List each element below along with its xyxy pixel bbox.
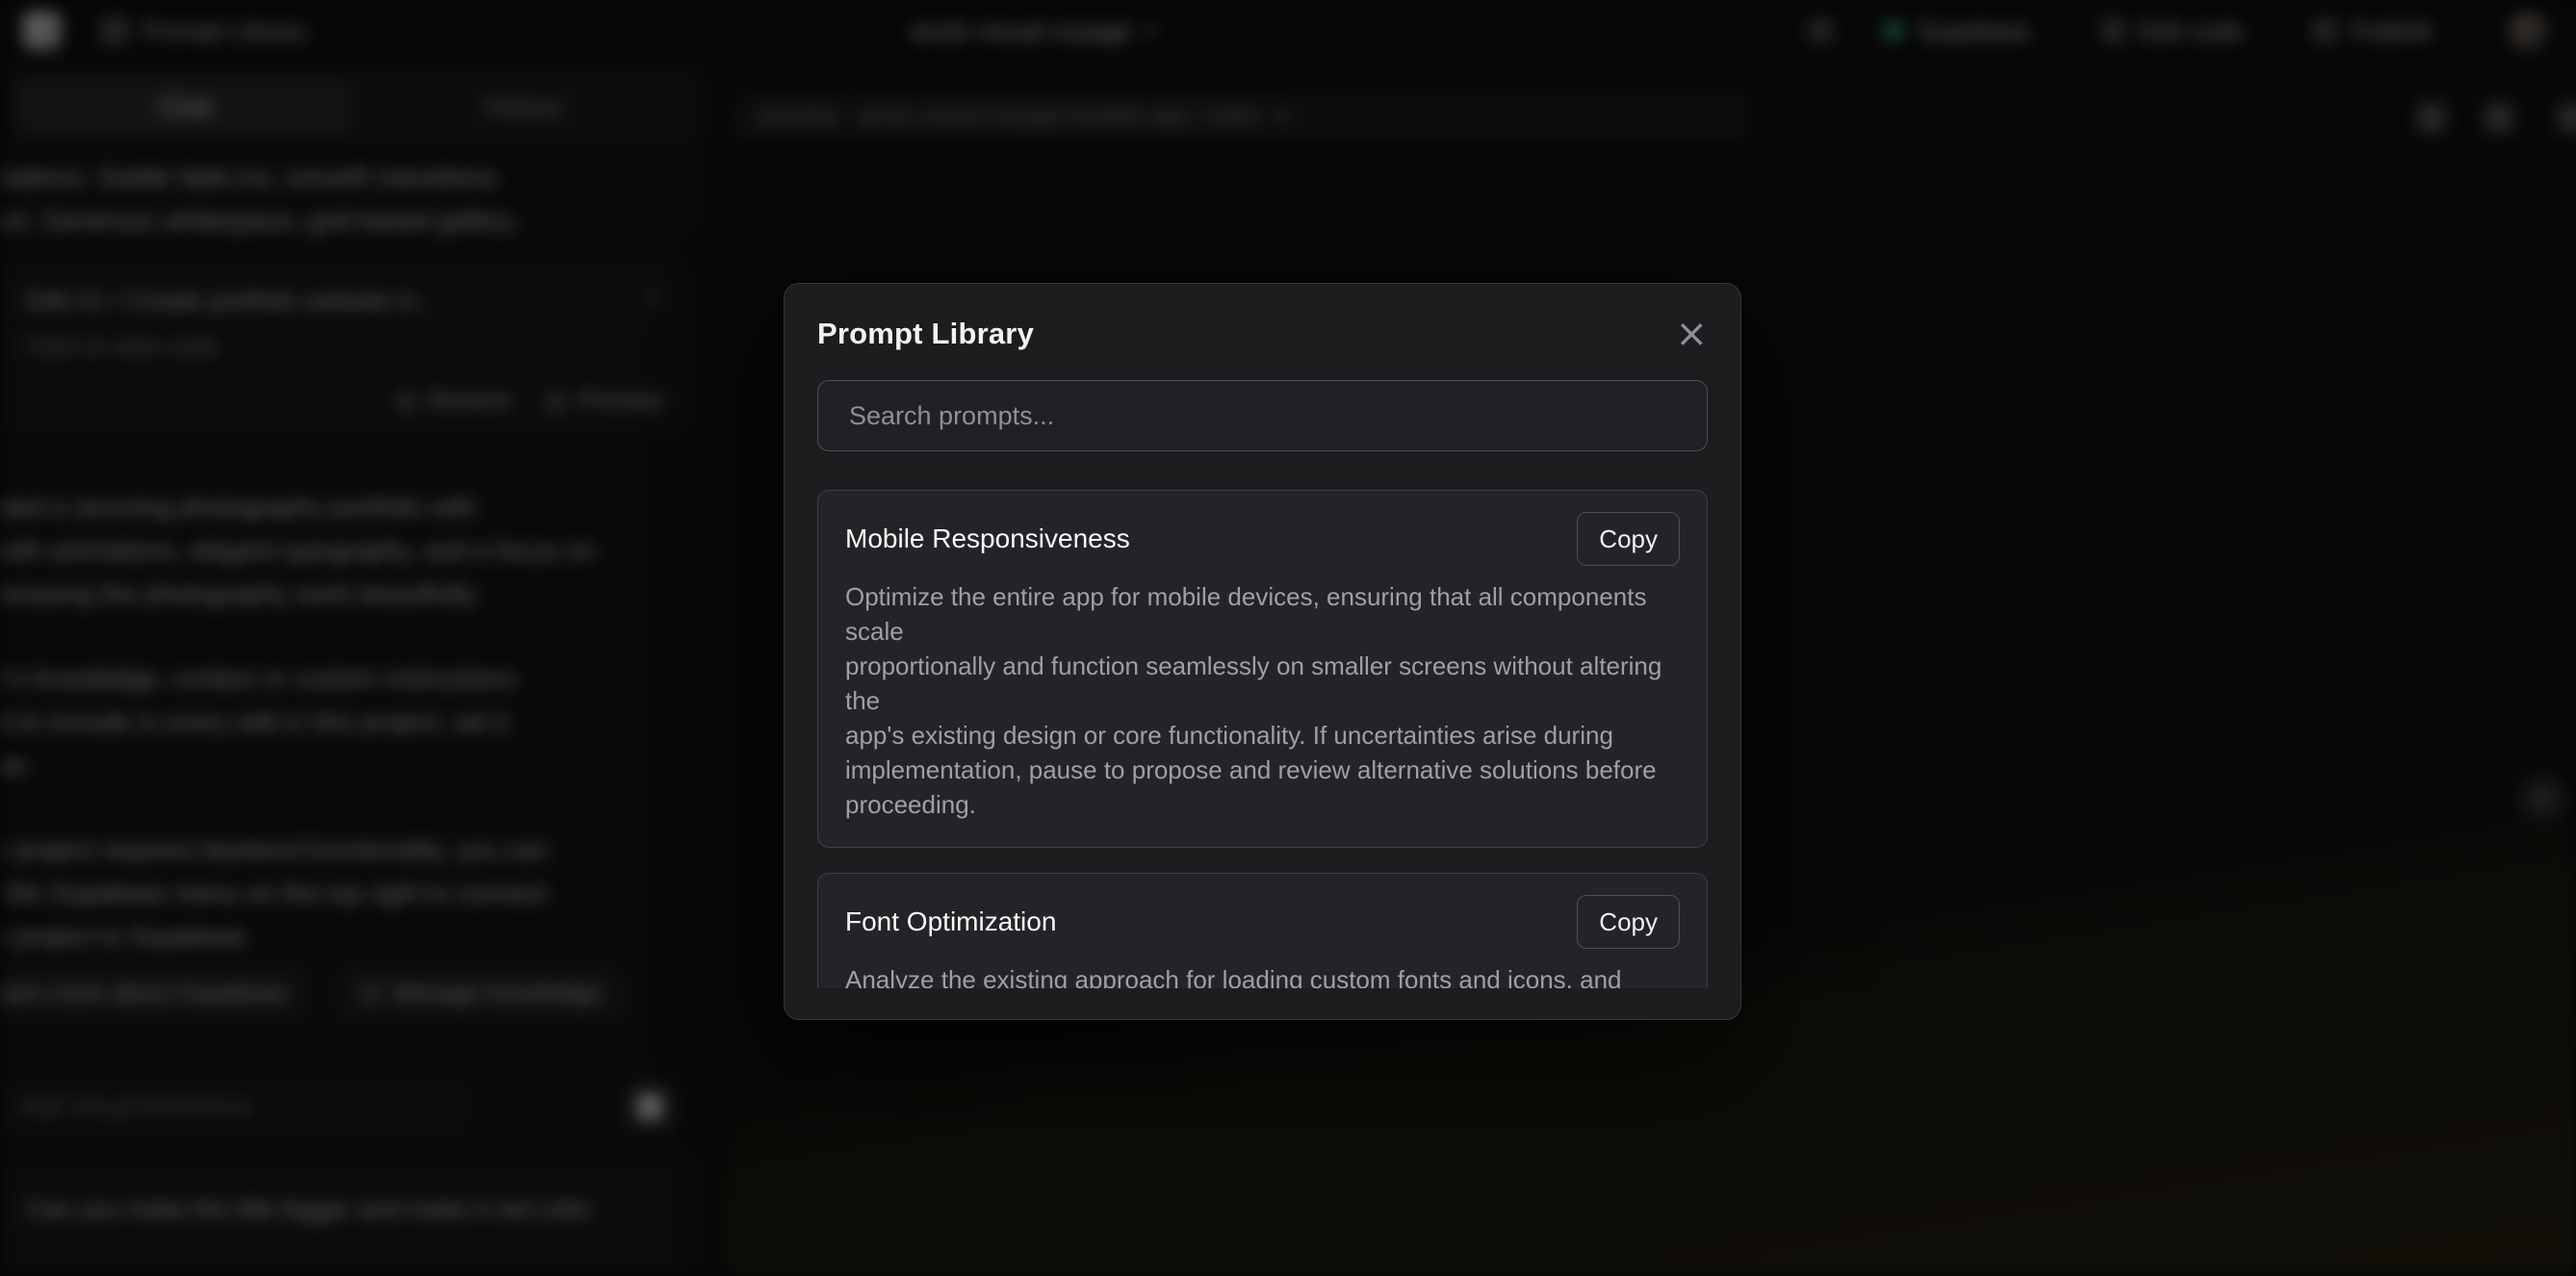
prompt-description: Optimize the entire app for mobile devic… (845, 579, 1680, 822)
close-icon[interactable]: × (1675, 315, 1708, 353)
modal-title: Prompt Library (817, 317, 1034, 351)
prompt-library-modal: Prompt Library × Mobile Responsiveness C… (784, 283, 1741, 1020)
prompt-list: Mobile Responsiveness Copy Optimize the … (817, 490, 1708, 988)
prompt-card-font-optimization[interactable]: Font Optimization Copy Analyze the exist… (817, 873, 1708, 988)
prompt-description: Analyze the existing approach for loadin… (845, 962, 1680, 988)
prompt-title: Font Optimization (845, 906, 1056, 937)
prompt-title: Mobile Responsiveness (845, 523, 1130, 554)
prompt-card-mobile-responsiveness[interactable]: Mobile Responsiveness Copy Optimize the … (817, 490, 1708, 848)
copy-button[interactable]: Copy (1577, 895, 1680, 949)
copy-button[interactable]: Copy (1577, 512, 1680, 566)
search-input[interactable] (817, 380, 1708, 451)
